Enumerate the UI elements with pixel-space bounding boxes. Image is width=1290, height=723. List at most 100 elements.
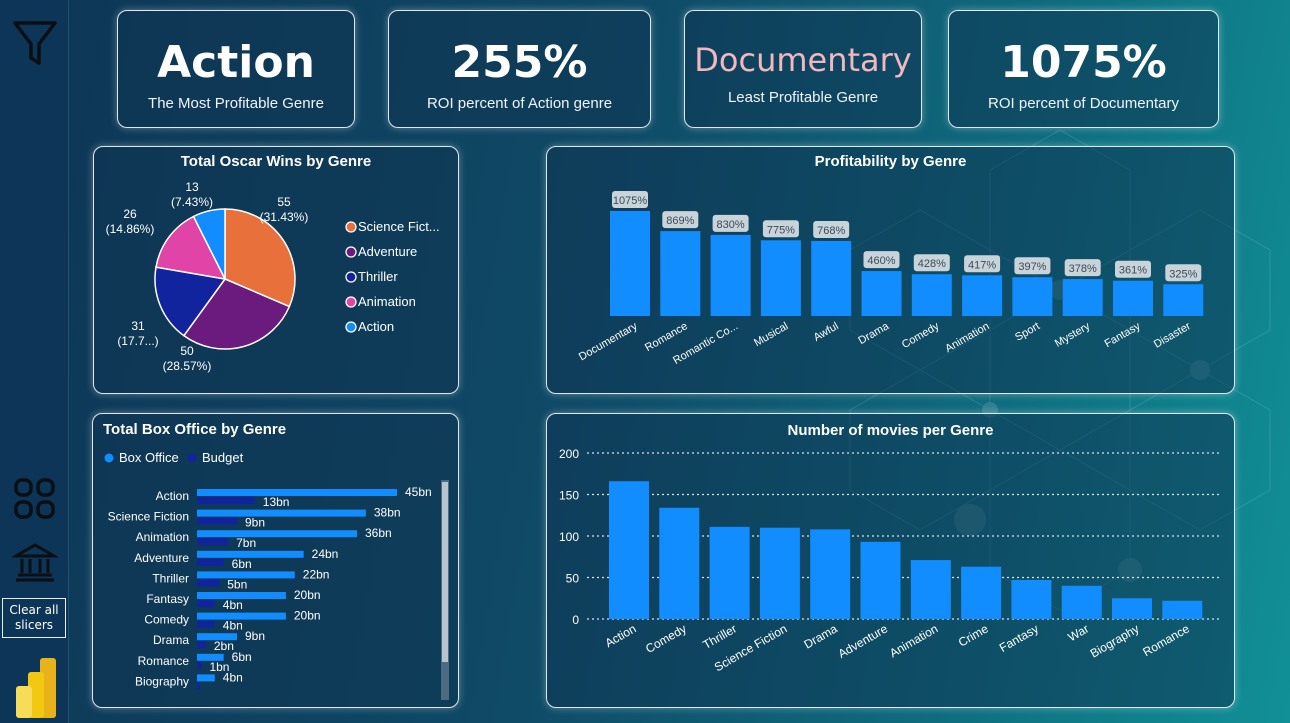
profitability-bar-chart: 1075%Documentary869%Romance830%Romantic …: [577, 191, 1204, 367]
legend-label: Thriller: [358, 269, 398, 284]
movies-bar: [709, 526, 750, 619]
box-office-bar: [197, 674, 215, 682]
box-office-bar: [197, 509, 366, 517]
profitability-panel: Profitability by Genre 1075% Documentary 8…: [546, 146, 1235, 394]
movies-category-label: Romance: [1140, 621, 1192, 659]
box-office-category-label: Drama: [153, 633, 189, 647]
budget-value-label: 9bn: [245, 516, 265, 530]
box-office-category-label: Fantasy: [146, 592, 189, 606]
budget-bar: [197, 517, 237, 525]
budget-value-label: 5bn: [227, 577, 247, 591]
profit-category-label: Mystery: [1053, 320, 1093, 350]
profit-category-label: Fantasy: [1103, 320, 1143, 350]
box-office-scrollbar[interactable]: [441, 480, 449, 700]
box-office-value-label: 38bn: [374, 506, 401, 520]
movies-category-label: Drama: [802, 621, 840, 651]
kpi-roi-action-value: 255%: [451, 37, 588, 88]
box-office-value-label: 6bn: [232, 650, 252, 664]
profit-data-label: 869%: [666, 215, 694, 227]
y-tick-label: 100: [559, 530, 579, 544]
box-office-value-label: 9bn: [245, 629, 265, 643]
profit-category-label: Animation: [943, 320, 991, 355]
movies-bar: [910, 560, 951, 619]
kpi-roi-documentary-label: ROI percent of Documentary: [988, 95, 1179, 112]
profit-data-label: 428%: [918, 258, 946, 270]
kpi-least-profitable-value: Documentary: [694, 41, 912, 79]
budget-value-label: 13bn: [263, 495, 290, 509]
pie-slice-percent: (7.43%): [171, 195, 213, 209]
kpi-card-roi-action: 255% ROI percent of Action genre: [388, 10, 651, 128]
profit-data-label: 397%: [1018, 261, 1046, 273]
clear-all-slicers-button[interactable]: Clear all slicers: [2, 598, 66, 638]
budget-bar: [197, 600, 215, 607]
pie-slice-percent: (14.86%): [106, 222, 155, 236]
profit-bar: [1163, 284, 1204, 316]
profit-bar: [911, 274, 952, 316]
movies-bar: [1162, 600, 1203, 619]
profit-bar: [610, 211, 650, 316]
profit-data-label: 830%: [717, 219, 745, 231]
movies-category-label: Fantasy: [997, 621, 1041, 654]
legend-label-budget: Budget: [202, 450, 244, 465]
movies-category-label: Adventure: [836, 621, 891, 661]
movies-bar: [860, 541, 901, 619]
legend-marker: [345, 296, 357, 308]
box-office-category-label: Action: [156, 489, 189, 503]
budget-value-label: 6bn: [232, 557, 252, 571]
kpi-most-profitable-label: The Most Profitable Genre: [148, 95, 324, 112]
movies-count-bar-chart: 050100150200Action Comedy ThrillerScience …: [559, 447, 1219, 674]
profit-data-label: 1075%: [613, 195, 647, 207]
profit-category-label: Musical: [752, 320, 790, 349]
box-office-value-label: 20bn: [294, 588, 321, 602]
movies-bar: [1112, 598, 1152, 619]
box-office-scrollbar-thumb[interactable]: [442, 482, 448, 662]
budget-bar: [197, 538, 229, 546]
box-office-bar: [197, 530, 357, 538]
movies-category-label: Comedy: [643, 621, 689, 655]
pie-slice-percent: (31.43%): [260, 210, 309, 224]
y-tick-label: 150: [559, 489, 579, 503]
box-office-value-label: 24bn: [312, 547, 339, 561]
pie-slice-value: 26: [123, 207, 137, 221]
budget-bar: [197, 558, 224, 566]
profit-bar: [1012, 277, 1053, 316]
museum-icon[interactable]: [12, 540, 58, 586]
profit-bar: [710, 234, 751, 316]
budget-bar: [197, 579, 220, 587]
legend-label: Adventure: [358, 244, 417, 259]
budget-bar: [197, 497, 255, 504]
profit-category-label: Disaster: [1152, 320, 1193, 351]
budget-value-label: 4bn: [223, 598, 243, 612]
movies-category-label: Action: [603, 621, 639, 650]
kpi-card-most-profitable: Action The Most Profitable Genre: [117, 10, 355, 128]
budget-bar: [197, 620, 215, 628]
box-office-bar-chart: Box Office Budget Action 45bn 13bn Science Fi…: [104, 450, 432, 690]
kpi-roi-action-label: ROI percent of Action genre: [426, 95, 613, 112]
budget-bar: [197, 641, 206, 649]
profit-data-label: 768%: [817, 225, 845, 237]
legend-label-box-office: Box Office: [119, 450, 179, 465]
y-tick-label: 50: [566, 572, 580, 586]
kpi-card-least-profitable: Documentary Least Profitable Genre: [684, 10, 922, 128]
profit-bar: [660, 231, 701, 316]
box-office-value-label: 4bn: [223, 670, 243, 684]
profit-bar: [760, 240, 801, 316]
profit-data-label: 460%: [867, 255, 895, 267]
sidebar: Clear all slicers: [0, 0, 69, 723]
profit-data-label: 325%: [1169, 268, 1197, 280]
pie-slice-value: 50: [180, 344, 194, 358]
box-office-category-label: Science Fiction: [108, 510, 189, 524]
legend-marker: [345, 246, 357, 258]
budget-bar: [197, 682, 200, 690]
legend-marker-budget: [187, 453, 197, 463]
legend-marker: [345, 321, 357, 333]
budget-value-label: 4bn: [223, 619, 243, 633]
grid-apps-icon[interactable]: [12, 476, 58, 522]
movies-category-label: Thriller: [700, 621, 739, 651]
legend-marker-box-office: [104, 453, 114, 463]
filter-icon[interactable]: [12, 20, 58, 68]
box-office-value-label: 22bn: [303, 567, 330, 581]
profit-data-label: 417%: [968, 259, 996, 271]
budget-value-label: 7bn: [236, 536, 256, 550]
kpi-roi-documentary-value: 1075%: [1000, 37, 1167, 88]
